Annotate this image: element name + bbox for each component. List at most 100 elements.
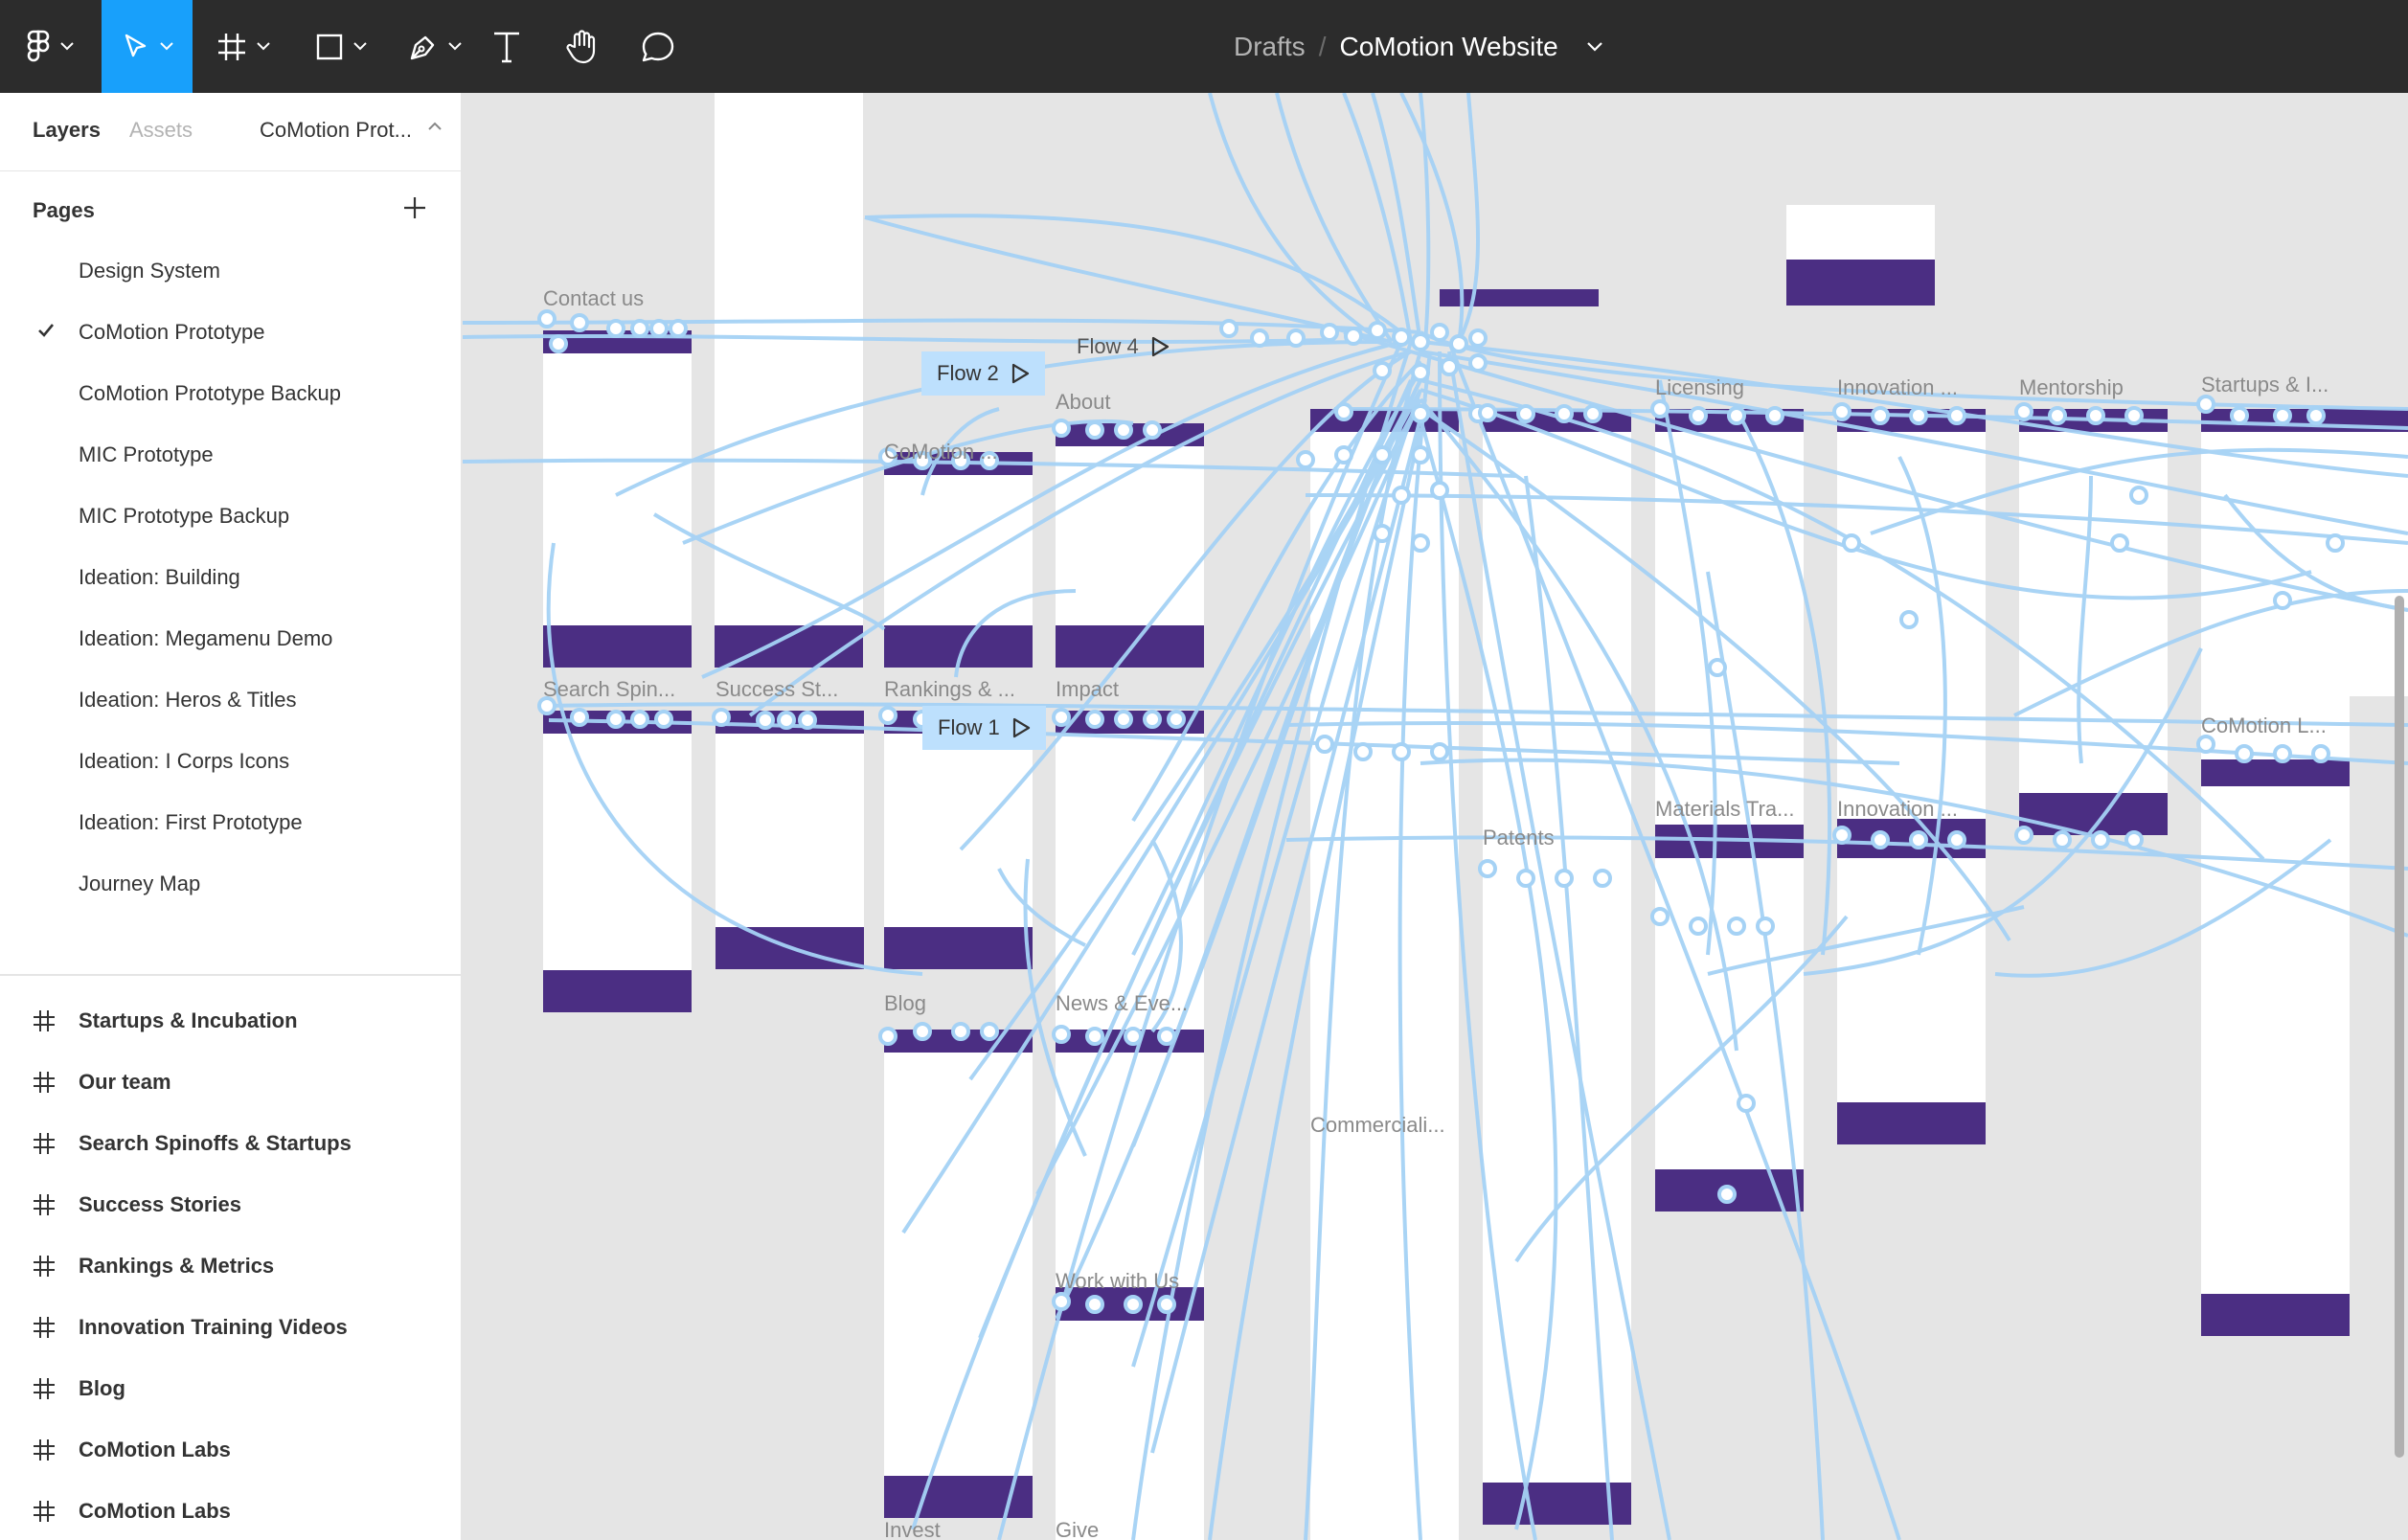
layer-frame-label: Our team (79, 1070, 171, 1094)
layer-frame-label: Search Spinoffs & Startups (79, 1131, 352, 1155)
frame-label[interactable]: News & Eve... (1056, 991, 1188, 1016)
frame-label[interactable]: Success St... (716, 677, 838, 702)
play-icon[interactable] (1011, 363, 1030, 384)
text-tool-button[interactable] (484, 0, 530, 93)
add-page-plus-icon[interactable] (402, 195, 427, 220)
frame-label[interactable]: Commerciali... (1310, 1113, 1445, 1138)
breadcrumb-separator: / (1318, 31, 1327, 61)
chevron-down-icon (60, 42, 74, 51)
frame-label[interactable]: Invest (884, 1518, 941, 1540)
page-item[interactable]: MIC Prototype Backup (79, 504, 289, 529)
comment-bubble-icon (642, 32, 674, 61)
page-item[interactable]: Ideation: Megamenu Demo (79, 626, 332, 651)
frame-label[interactable]: CoMotion L... (2201, 713, 2327, 738)
current-page-selector[interactable]: CoMotion Prot... (260, 118, 412, 143)
file-name[interactable]: CoMotion Website (1339, 32, 1557, 62)
main-menu-button[interactable] (13, 0, 86, 93)
layer-frame-label: Innovation Training Videos (79, 1315, 348, 1339)
flow-start-pill[interactable]: Flow 2 (921, 351, 1045, 396)
frame-label[interactable]: Materials Tra... (1655, 797, 1794, 822)
page-item[interactable]: Ideation: Building (79, 565, 240, 590)
layer-frame-label: CoMotion Labs (79, 1438, 231, 1461)
figma-app: Drafts / CoMotion Website Layers Assets … (0, 0, 2408, 1540)
chevron-down-icon (353, 42, 367, 51)
play-icon[interactable] (1150, 336, 1170, 357)
play-icon[interactable] (1011, 717, 1031, 738)
flow-start-pill[interactable]: Flow 4 (1061, 325, 1185, 369)
hand-icon (566, 29, 596, 63)
layer-frame-label: Success Stories (79, 1192, 241, 1216)
frame-hash-icon (34, 1256, 55, 1277)
frame-label[interactable]: Mentorship (2019, 375, 2124, 400)
chevron-up-icon[interactable] (428, 122, 442, 130)
layer-frame-item[interactable]: CoMotion Labs (33, 1431, 231, 1469)
layer-frame-item[interactable]: Search Spinoffs & Startups (33, 1124, 352, 1163)
pen-tool-button[interactable] (397, 0, 473, 93)
shape-tool-button[interactable] (303, 0, 379, 93)
frame-tool-button[interactable] (205, 0, 282, 93)
frame-label[interactable]: Startups & I... (2201, 373, 2328, 397)
chevron-down-icon (257, 42, 270, 51)
frame-label[interactable]: Contact us (543, 286, 644, 311)
pages-heading: Pages (33, 198, 95, 222)
page-item[interactable]: Journey Map (79, 872, 200, 896)
frame-label[interactable]: Patents (1483, 826, 1555, 850)
page-item-selected[interactable]: CoMotion Prototype (79, 320, 264, 345)
frame-hash-icon (34, 1010, 55, 1031)
frame-label[interactable]: CoMotion ... (884, 440, 998, 464)
frame-label[interactable]: Rankings & ... (884, 677, 1015, 702)
frame-label[interactable]: About (1056, 390, 1111, 415)
design-canvas[interactable]: Contact us Search Spin... Success St... … (463, 93, 2408, 1540)
page-item[interactable]: Design System (79, 259, 220, 283)
move-tool-button[interactable] (102, 0, 193, 93)
layer-frame-item[interactable]: Blog (33, 1370, 125, 1408)
layer-frame-label: Blog (79, 1376, 125, 1400)
chevron-down-icon (159, 42, 173, 51)
layer-frame-label: Rankings & Metrics (79, 1254, 275, 1278)
page-item[interactable]: CoMotion Prototype Backup (79, 381, 341, 406)
tab-layers[interactable]: Layers (33, 118, 101, 143)
panel-tabs: Layers Assets CoMotion Prot... (0, 93, 462, 171)
flow-label: Flow 4 (1077, 334, 1139, 358)
layer-frame-item[interactable]: Innovation Training Videos (33, 1308, 348, 1347)
frame-hash-icon (34, 1133, 55, 1154)
page-item[interactable]: Ideation: First Prototype (79, 810, 303, 835)
layer-frame-item[interactable]: Startups & Incubation (33, 1002, 298, 1040)
chevron-down-icon (448, 42, 462, 51)
frame-hash-icon (34, 1317, 55, 1338)
text-icon (494, 32, 519, 62)
frame-label[interactable]: Blog (884, 991, 926, 1016)
comment-tool-button[interactable] (634, 0, 682, 93)
page-item[interactable]: Ideation: I Corps Icons (79, 749, 289, 774)
cursor-arrow-icon (125, 34, 146, 57)
frame-hash-icon (218, 33, 245, 60)
flow-start-pill[interactable]: Flow 1 (922, 706, 1046, 750)
frame-hash-icon (34, 1072, 55, 1093)
frame-label[interactable]: Search Spin... (543, 677, 675, 702)
page-item[interactable]: MIC Prototype (79, 442, 214, 467)
page-item[interactable]: Ideation: Heros & Titles (79, 688, 296, 713)
frame-label[interactable]: Innovation ... (1837, 375, 1958, 400)
layer-frame-item[interactable]: Success Stories (33, 1186, 241, 1224)
frame-label[interactable]: Innovation ... (1837, 797, 1958, 822)
frame-label[interactable]: Impact (1056, 677, 1119, 702)
layer-frame-label: CoMotion Labs (79, 1499, 231, 1523)
chevron-down-icon[interactable] (1586, 41, 1602, 52)
frame-label[interactable]: Give (1056, 1518, 1099, 1540)
toolbar: Drafts / CoMotion Website (0, 0, 2408, 93)
canvas-scrollbar[interactable] (2395, 596, 2404, 1458)
checkmark-icon (38, 324, 55, 337)
tab-assets[interactable]: Assets (129, 118, 193, 143)
layer-frame-item[interactable]: CoMotion Labs (33, 1492, 231, 1530)
layer-frame-item[interactable]: Rankings & Metrics (33, 1247, 274, 1285)
figma-logo-icon (27, 30, 50, 61)
frame-label[interactable]: Licensing (1655, 375, 1744, 400)
breadcrumb-drafts[interactable]: Drafts (1234, 32, 1306, 62)
layer-frame-item[interactable]: Our team (33, 1063, 171, 1101)
frame-label[interactable]: Work with Us (1056, 1269, 1179, 1294)
flow-label: Flow 2 (937, 361, 999, 385)
frame-hash-icon (34, 1194, 55, 1215)
hand-tool-button[interactable] (557, 0, 605, 93)
layers-panel: Layers Assets CoMotion Prot... Pages Des… (0, 93, 462, 1540)
flow-label: Flow 1 (938, 715, 1000, 739)
